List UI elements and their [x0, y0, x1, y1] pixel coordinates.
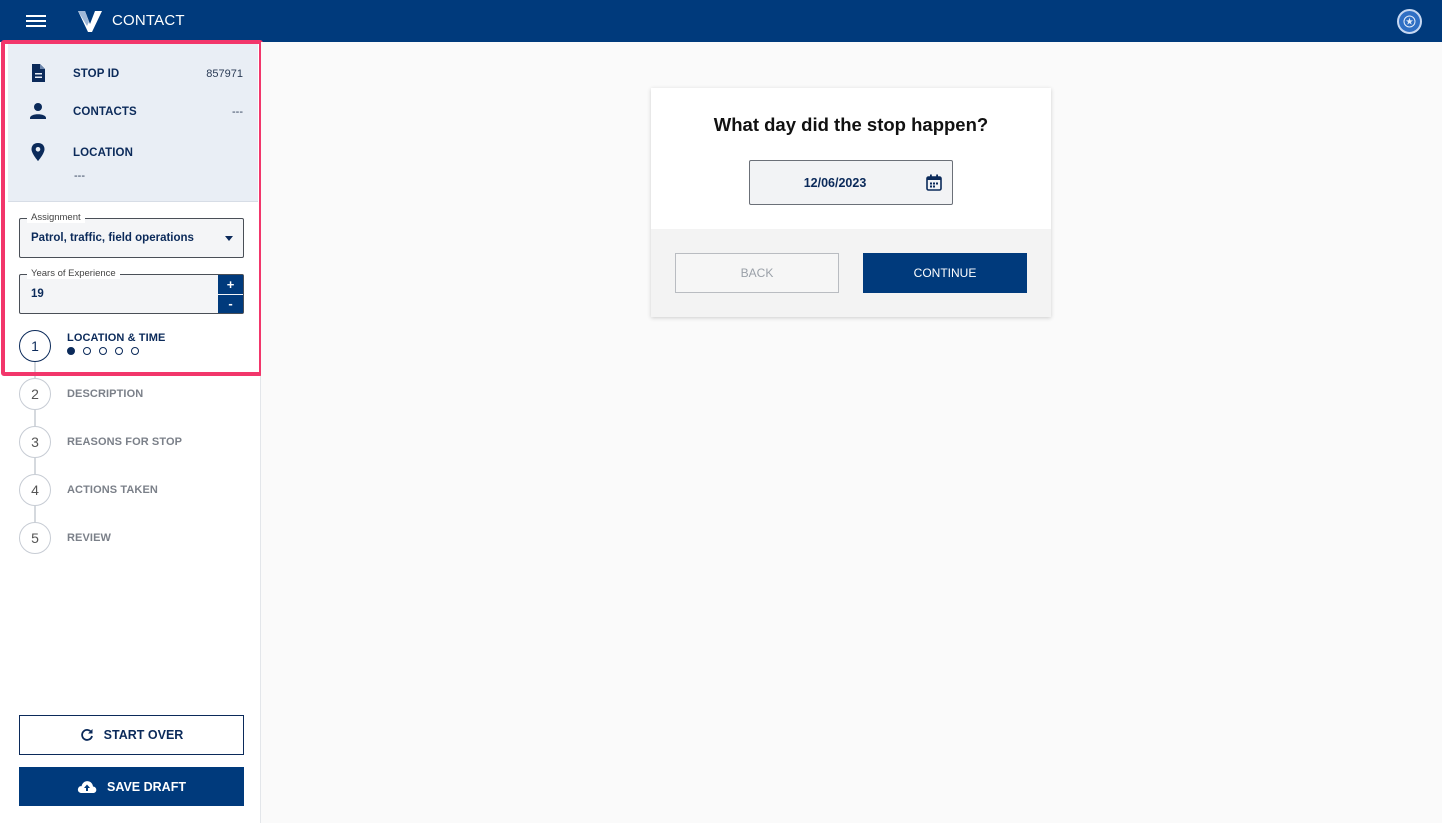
card-footer: BACK CONTINUE [651, 229, 1051, 317]
location-value: --- [74, 170, 85, 182]
substep-progress [67, 347, 139, 355]
substep-dot [99, 347, 107, 355]
step-connector [34, 458, 36, 474]
step-number: 4 [19, 474, 51, 506]
assignment-value: Patrol, traffic, field operations [31, 232, 194, 244]
hamburger-menu-icon[interactable] [26, 12, 46, 30]
increment-button[interactable]: + [218, 275, 243, 294]
step-label: ACTIONS TAKEN [67, 484, 158, 496]
step-description[interactable]: 2 DESCRIPTION [19, 378, 249, 410]
step-reasons-for-stop[interactable]: 3 REASONS FOR STOP [19, 426, 249, 458]
date-input[interactable]: 12/06/2023 [749, 160, 953, 205]
assignment-select[interactable]: Assignment Patrol, traffic, field operat… [19, 212, 244, 258]
location-row: LOCATION [8, 143, 258, 163]
step-label: DESCRIPTION [67, 388, 144, 400]
continue-button[interactable]: CONTINUE [863, 253, 1027, 293]
contacts-value: --- [232, 106, 243, 118]
step-actions-taken[interactable]: 4 ACTIONS TAKEN [19, 474, 249, 506]
step-number: 2 [19, 378, 51, 410]
caret-down-icon [225, 236, 233, 241]
location-pin-icon [31, 143, 45, 161]
stop-id-value: 857971 [206, 68, 243, 80]
step-review[interactable]: 5 REVIEW [19, 522, 249, 554]
contacts-label: CONTACTS [73, 106, 137, 118]
stop-id-label: STOP ID [73, 68, 120, 80]
start-over-button[interactable]: START OVER [19, 715, 244, 755]
step-number: 3 [19, 426, 51, 458]
step-label: REVIEW [67, 532, 111, 544]
experience-stepper: + - [218, 275, 243, 313]
save-draft-button[interactable]: SAVE DRAFT [19, 767, 244, 806]
calendar-icon[interactable] [926, 174, 942, 191]
contacts-row: CONTACTS --- [8, 102, 258, 122]
start-over-label: START OVER [103, 728, 184, 742]
substep-dot [115, 347, 123, 355]
step-location-time[interactable]: 1 LOCATION & TIME [19, 330, 249, 362]
cloud-upload-icon [77, 780, 97, 793]
assignment-legend: Assignment [27, 212, 85, 223]
step-label: LOCATION & TIME [67, 332, 166, 344]
top-app-bar: CONTACT [0, 0, 1442, 42]
save-draft-label: SAVE DRAFT [107, 779, 186, 794]
substep-dot-done [67, 347, 75, 355]
experience-value: 19 [31, 288, 44, 300]
step-number: 5 [19, 522, 51, 554]
decrement-button[interactable]: - [218, 294, 243, 313]
stop-summary-panel: STOP ID 857971 CONTACTS --- LOCATION --- [8, 44, 258, 202]
step-connector [34, 362, 36, 378]
substep-dot [131, 347, 139, 355]
location-label: LOCATION [73, 147, 133, 159]
person-icon [30, 103, 46, 119]
main-content: What day did the stop happen? 12/06/2023… [261, 42, 1442, 823]
date-value: 12/06/2023 [803, 176, 867, 190]
step-connector [34, 506, 36, 522]
app-title: CONTACT [112, 12, 185, 29]
question-title: What day did the stop happen? [713, 114, 989, 135]
substep-dot [83, 347, 91, 355]
badge-icon[interactable] [1397, 9, 1422, 34]
experience-legend: Years of Experience [27, 268, 120, 279]
step-label: REASONS FOR STOP [67, 436, 183, 448]
question-card: What day did the stop happen? 12/06/2023… [651, 88, 1051, 317]
stop-id-row: STOP ID 857971 [8, 64, 258, 84]
years-of-experience-field[interactable]: Years of Experience 19 + - [19, 268, 244, 314]
refresh-icon [80, 729, 93, 741]
step-connector [34, 410, 36, 426]
v-logo-icon [78, 11, 102, 32]
step-number: 1 [19, 330, 51, 362]
back-button[interactable]: BACK [675, 253, 839, 293]
document-icon [32, 64, 45, 82]
sidebar: STOP ID 857971 CONTACTS --- LOCATION ---… [0, 42, 261, 823]
star-badge-icon [1403, 15, 1416, 28]
